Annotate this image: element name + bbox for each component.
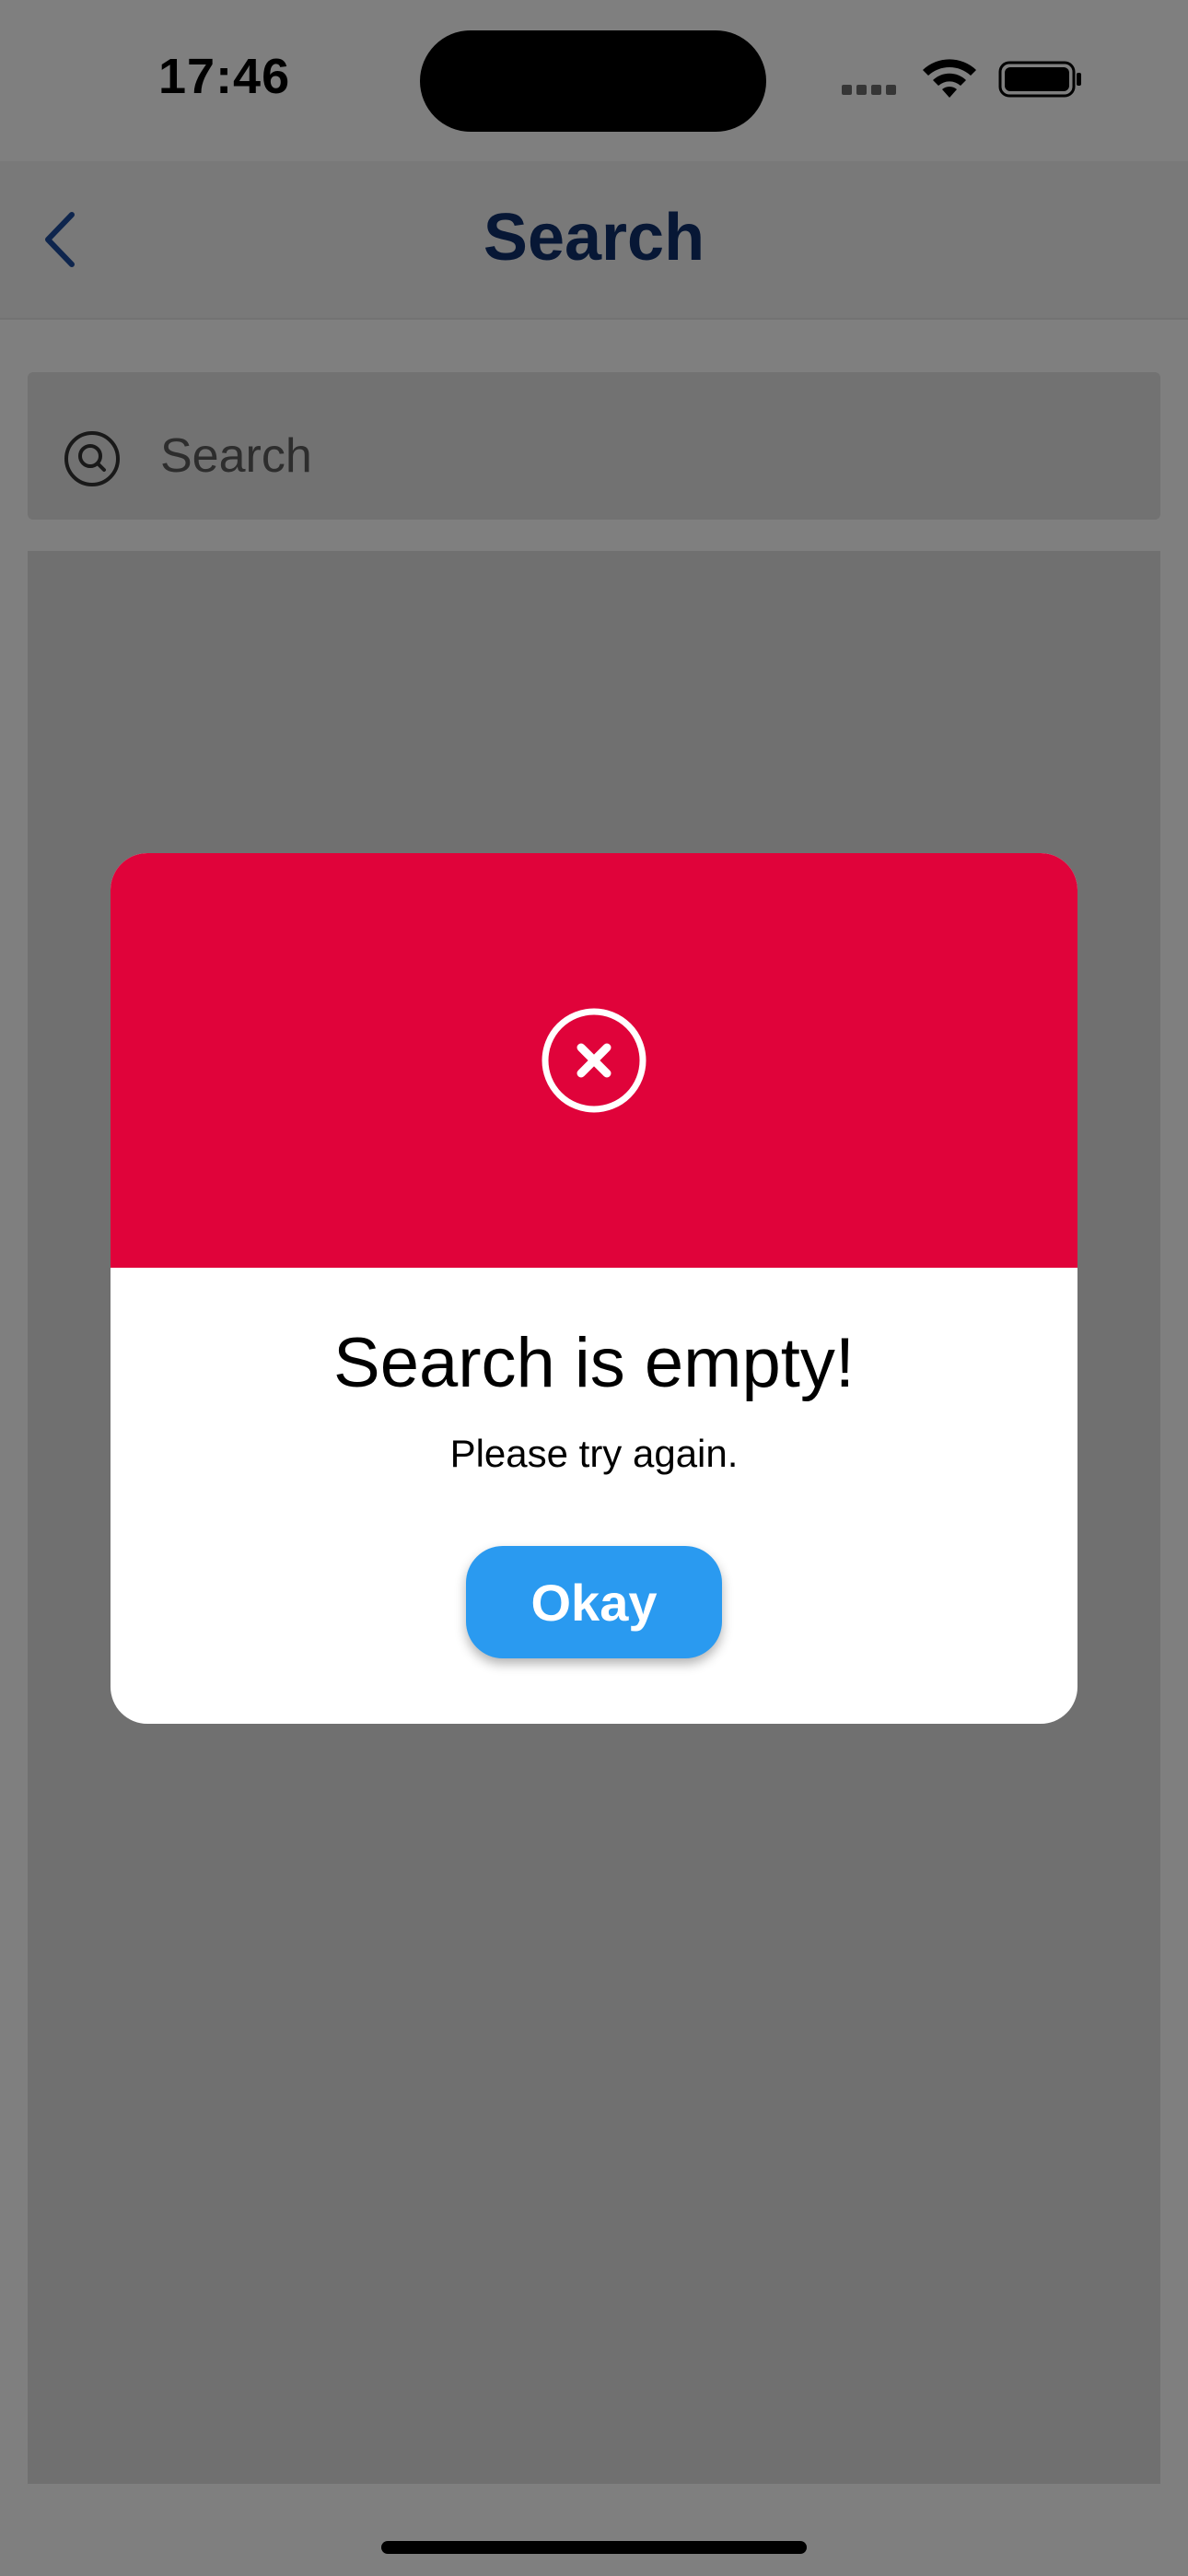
error-dialog: Search is empty! Please try again. Okay xyxy=(111,853,1077,1724)
close-circle-icon xyxy=(542,1008,646,1113)
dialog-message: Please try again. xyxy=(449,1432,739,1475)
app-screen: 17:46 Search xyxy=(0,0,1188,2576)
dialog-header xyxy=(111,853,1077,1268)
dialog-title: Search is empty! xyxy=(333,1324,855,1402)
home-indicator[interactable] xyxy=(381,2541,807,2554)
okay-button[interactable]: Okay xyxy=(466,1546,722,1658)
